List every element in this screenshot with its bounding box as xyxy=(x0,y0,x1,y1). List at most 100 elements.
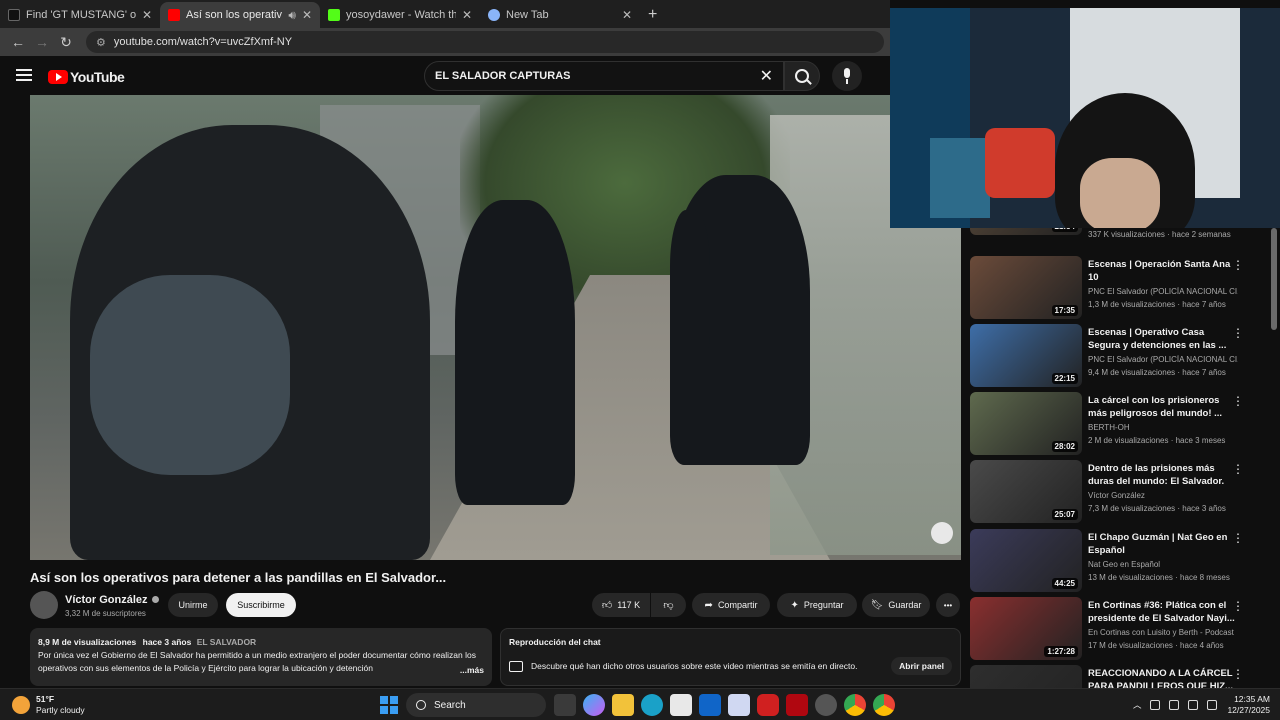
outlook-icon[interactable] xyxy=(699,694,721,716)
recommendation-item[interactable]: 1:27:28 En Cortinas #36: Plática con el p… xyxy=(970,597,1270,663)
more-options-icon[interactable]: ⋮ xyxy=(1232,258,1244,272)
youtube-app-icon[interactable] xyxy=(757,694,779,716)
dislike-button[interactable]: 👎︎ xyxy=(651,593,686,617)
recommendation-channel[interactable]: Víctor González xyxy=(1088,491,1238,500)
recommendation-item[interactable]: 44:25 El Chapo Guzmán | Nat Geo en Españo… xyxy=(970,529,1270,595)
file-explorer-icon[interactable] xyxy=(612,694,634,716)
recommendation-channel[interactable]: Nat Geo en Español xyxy=(1088,560,1238,569)
like-button[interactable]: 👍︎ 117 K xyxy=(592,593,650,617)
save-button[interactable]: 🔖︎ Guardar xyxy=(862,593,930,617)
recommendation-item[interactable]: 22:15 Escenas | Operativo Casa Segura y d… xyxy=(970,324,1270,390)
subscribe-button[interactable]: Suscribirme xyxy=(226,593,296,617)
recommendation-title[interactable]: Dentro de las prisiones más duras del mu… xyxy=(1088,462,1238,488)
video-player[interactable] xyxy=(30,95,961,560)
browser-tab[interactable]: yosoydawer - Watch the VOD o ✕ xyxy=(320,2,480,28)
webcam-overlay xyxy=(890,8,1280,228)
site-info-icon[interactable]: ⚙ xyxy=(96,36,106,49)
weather-widget[interactable]: 51°F Partly cloudy xyxy=(12,694,85,716)
browser-tab-active[interactable]: Así son los operativos para 🔊︎ ✕ xyxy=(160,2,320,28)
youtube-logo[interactable]: YouTube xyxy=(48,69,125,85)
clock[interactable]: 12:35 AM 12/27/2025 xyxy=(1227,694,1270,716)
video-thumbnail[interactable]: 28:02 xyxy=(970,392,1082,455)
wifi-icon[interactable] xyxy=(1188,700,1199,710)
recommendation-title[interactable]: El Chapo Guzmán | Nat Geo en Español xyxy=(1088,531,1238,557)
video-thumbnail[interactable]: 17:35 xyxy=(970,256,1082,319)
recommendation-views: 9,4 M de visualizaciones · hace 7 años xyxy=(1088,368,1226,377)
taskbar-search[interactable]: Search xyxy=(406,693,546,717)
video-thumbnail[interactable]: 22:15 xyxy=(970,324,1082,387)
store-icon[interactable] xyxy=(670,694,692,716)
video-thumbnail[interactable] xyxy=(970,665,1082,688)
more-options-icon[interactable]: ⋮ xyxy=(1232,531,1244,545)
start-icon[interactable] xyxy=(380,696,398,714)
menu-icon[interactable] xyxy=(16,69,32,83)
more-options-icon[interactable]: ⋮ xyxy=(1232,394,1244,408)
recommendation-channel[interactable]: PNC El Salvador (POLICÍA NACIONAL CI... xyxy=(1088,355,1238,364)
channel-name[interactable]: Víctor González xyxy=(65,594,159,606)
more-options-icon[interactable]: ⋮ xyxy=(1232,667,1244,681)
address-bar-row: ← → ↻ ⚙ youtube.com/watch?v=uvcZfXmf-NY xyxy=(0,28,890,56)
description-more-link[interactable]: ...más xyxy=(457,664,484,677)
reload-icon[interactable]: ↻ xyxy=(54,34,78,51)
cloud-icon[interactable] xyxy=(1150,700,1161,710)
recommendation-title[interactable]: En Cortinas #36: Plática con el presiden… xyxy=(1088,599,1238,625)
more-options-icon[interactable]: ⋮ xyxy=(1232,462,1244,476)
forward-icon[interactable]: → xyxy=(30,34,54,50)
url-field[interactable]: ⚙ youtube.com/watch?v=uvcZfXmf-NY xyxy=(86,31,884,53)
youtube-play-icon xyxy=(48,70,68,84)
back-icon[interactable]: ← xyxy=(6,34,30,50)
browser-tab[interactable]: New Tab ✕ xyxy=(480,2,640,28)
video-thumbnail[interactable]: 44:25 xyxy=(970,529,1082,592)
channel-avatar[interactable] xyxy=(30,591,58,619)
recommendation-channel[interactable]: BERTH-OH xyxy=(1088,423,1238,432)
copilot-icon[interactable] xyxy=(583,694,605,716)
more-options-icon[interactable]: ⋮ xyxy=(1232,599,1244,613)
chat-bubble-icon xyxy=(509,660,523,672)
join-button[interactable]: Unirme xyxy=(168,593,218,617)
voice-search-icon[interactable] xyxy=(832,61,862,91)
search-input[interactable]: EL SALADOR CAPTURAS ✕ xyxy=(424,61,784,91)
more-actions-button[interactable]: ••• xyxy=(936,593,960,617)
recommendation-item[interactable]: 25:07 Dentro de las prisiones más duras d… xyxy=(970,460,1270,526)
close-tab-icon[interactable]: ✕ xyxy=(622,8,632,22)
close-tab-icon[interactable]: ✕ xyxy=(142,8,152,22)
taskbar-search-label: Search xyxy=(434,699,466,711)
hashtag-link[interactable]: EL SALVADOR xyxy=(197,637,257,647)
recommendation-item[interactable]: REACCIONANDO A LA CÁRCEL PARA PANDILLERO… xyxy=(970,665,1270,688)
recommendation-item[interactable]: 17:35 Escenas | Operación Santa Ana 10 PNC… xyxy=(970,256,1270,322)
new-tab-button[interactable]: + xyxy=(640,2,665,28)
recommendation-channel[interactable]: En Cortinas con Luisito y Berth - Podcas… xyxy=(1088,628,1238,637)
recommendation-title[interactable]: Escenas | Operativo Casa Segura y detenc… xyxy=(1088,326,1238,352)
recommendation-channel[interactable]: PNC El Salvador (POLICÍA NACIONAL CI... xyxy=(1088,287,1238,296)
chrome-taskbar-icon[interactable] xyxy=(844,694,866,716)
more-options-icon[interactable]: ⋮ xyxy=(1232,326,1244,340)
settings-icon[interactable] xyxy=(815,694,837,716)
scrollbar[interactable] xyxy=(1271,228,1277,330)
photos-icon[interactable] xyxy=(728,694,750,716)
chevron-up-icon[interactable]: ︿ xyxy=(1133,699,1142,711)
chrome-taskbar-icon[interactable] xyxy=(873,694,895,716)
browser-tab[interactable]: Find 'GT MUSTANG' on TikTok | ✕ xyxy=(0,2,160,28)
task-view-icon[interactable] xyxy=(554,694,576,716)
close-tab-icon[interactable]: ✕ xyxy=(462,8,472,22)
tab-title: Así son los operativos para xyxy=(186,9,282,21)
description-box[interactable]: 8,9 M de visualizaciones hace 3 años EL … xyxy=(30,628,492,686)
ask-button[interactable]: ✦ Preguntar xyxy=(777,593,857,617)
clear-search-icon[interactable]: ✕ xyxy=(760,66,773,86)
edge-icon[interactable] xyxy=(641,694,663,716)
netflix-icon[interactable] xyxy=(786,694,808,716)
search-button[interactable] xyxy=(784,61,820,91)
video-thumbnail[interactable]: 25:07 xyxy=(970,460,1082,523)
recommendation-title[interactable]: Escenas | Operación Santa Ana 10 xyxy=(1088,258,1238,284)
open-panel-button[interactable]: Abrir panel xyxy=(891,657,952,675)
volume-icon[interactable] xyxy=(1207,700,1218,710)
recommendation-item[interactable]: 28:02 La cárcel con los prisioneros más p… xyxy=(970,392,1270,458)
share-button[interactable]: ➦ Compartir xyxy=(692,593,770,617)
video-thumbnail[interactable]: 1:27:28 xyxy=(970,597,1082,660)
recommendation-views: 17 M de visualizaciones · hace 4 años xyxy=(1088,641,1224,650)
recommendation-title[interactable]: La cárcel con los prisioneros más peligr… xyxy=(1088,394,1238,420)
close-tab-icon[interactable]: ✕ xyxy=(302,8,312,22)
microphone-icon[interactable] xyxy=(1169,700,1180,710)
speaker-icon[interactable]: 🔊︎ xyxy=(288,8,296,23)
recommendation-title[interactable]: REACCIONANDO A LA CÁRCEL PARA PANDILLERO… xyxy=(1088,667,1238,688)
